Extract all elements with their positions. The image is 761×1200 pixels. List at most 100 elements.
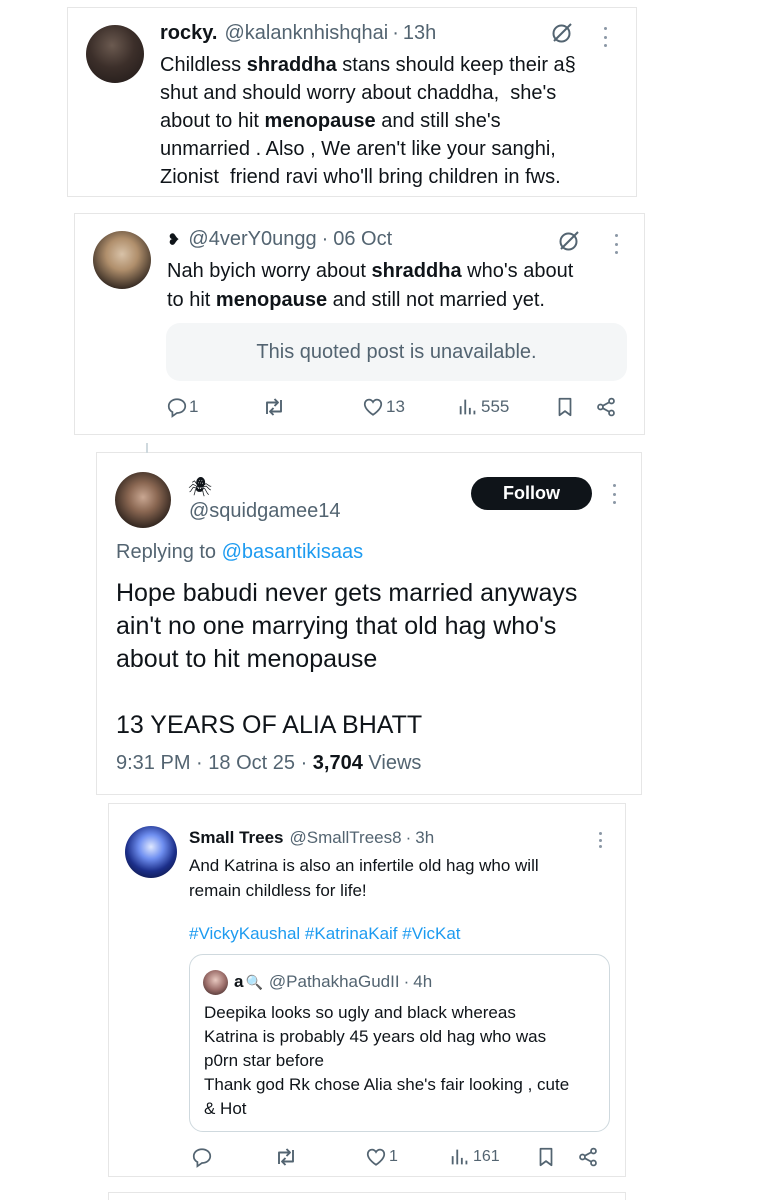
author-name[interactable]: Small Trees — [189, 828, 284, 848]
tweet-card-rocky[interactable]: rocky. @kalanknhishqhai · 13h Childless … — [67, 7, 637, 197]
views-count: 3,704 — [312, 752, 363, 774]
avatar[interactable] — [86, 25, 144, 83]
next-card-edge — [108, 1192, 626, 1200]
text-segment: who's about — [461, 260, 574, 282]
tweet-text: Nah byich worry about shraddha who's abo… — [167, 257, 573, 315]
more-icon[interactable] — [602, 27, 608, 47]
author-name-glyph[interactable]: ❥ — [167, 230, 180, 250]
separator-dot: · — [405, 828, 412, 847]
post-date[interactable]: 18 Oct 25 — [208, 752, 295, 774]
text-line: unmarried . Also , We aren't like your s… — [160, 135, 576, 163]
post-time[interactable]: 3h — [415, 828, 434, 848]
text-segment: and still not married yet. — [327, 289, 545, 311]
repost-icon — [266, 398, 282, 416]
post-time[interactable]: 13h — [403, 22, 436, 45]
text-segment: shut and should worry about chaddha, she… — [160, 82, 557, 104]
more-icon[interactable] — [597, 832, 603, 848]
quoted-post[interactable]: a 🔍 @PathakhaGudII · 4h Deepika looks so… — [189, 954, 610, 1132]
bold-text: shraddha — [371, 260, 462, 282]
reply-button[interactable] — [191, 1146, 213, 1168]
author-handle[interactable]: @squidgamee14 — [189, 500, 341, 523]
quote-avatar — [203, 970, 228, 995]
follow-button[interactable]: Follow — [471, 477, 592, 510]
repost-icon — [278, 1148, 294, 1166]
author-handle[interactable]: @SmallTrees8 — [290, 828, 402, 848]
bookmark-icon[interactable] — [535, 1146, 557, 1168]
reply-icon — [192, 1148, 212, 1168]
text-line: & Hot — [204, 1099, 247, 1118]
share-icon[interactable] — [595, 396, 617, 418]
separator-dot: · — [403, 972, 410, 991]
bookmark-icon[interactable] — [554, 396, 576, 418]
text-segment: unmarried . Also , We aren't like your s… — [160, 138, 556, 160]
text-line: p0rn star before — [204, 1051, 325, 1070]
separator-dot: · — [300, 752, 308, 774]
post-meta: 9:31 PM · 18 Oct 25 · 3,704 Views — [116, 752, 421, 775]
tweet-card-4veryoungg[interactable]: ❥ @4verY0ungg · 06 Oct Nah byich worry a… — [74, 213, 645, 435]
author-name[interactable]: rocky. — [160, 22, 217, 45]
author-handle[interactable]: @kalanknhishqhai — [224, 22, 388, 45]
text-line: Hope babudi never gets married anyways — [116, 579, 578, 607]
hashtags[interactable]: #VickyKaushal #KatrinaKaif #VicKat — [189, 924, 461, 944]
views-button[interactable]: 161 — [449, 1146, 500, 1168]
text-line: remain childless for life! — [189, 881, 367, 900]
quote-post-time: 4h — [413, 972, 433, 991]
text-line: 13 YEARS OF ALIA BHATT — [116, 711, 423, 739]
text-line: ain't no one marrying that old hag who's — [116, 612, 557, 640]
text-segment: Childless — [160, 54, 247, 76]
tweet-card-smalltrees[interactable]: Small Trees @SmallTrees8 · 3h And Katrin… — [108, 803, 626, 1177]
grok-icon[interactable] — [557, 229, 581, 253]
views-icon — [459, 399, 476, 415]
like-icon — [363, 398, 383, 416]
replying-to-handle[interactable]: @basantikisaas — [222, 541, 363, 563]
text-line: Deepika looks so ugly and black whereas — [204, 1003, 516, 1022]
separator-dot: · — [196, 752, 203, 774]
separator-dot: · — [392, 22, 399, 44]
avatar[interactable] — [93, 231, 151, 289]
separator-dot: · — [321, 228, 329, 250]
reply-icon — [167, 398, 187, 418]
author-handle[interactable]: @4verY0ungg — [188, 228, 316, 251]
avatar[interactable] — [115, 472, 171, 528]
author-name-glyph[interactable]: 🕷 — [188, 475, 212, 499]
views-count: 161 — [473, 1148, 500, 1165]
reply-button[interactable]: 1 — [166, 396, 198, 418]
follow-label: Follow — [503, 483, 560, 503]
views-button[interactable]: 555 — [457, 396, 509, 418]
bold-text: menopause — [215, 289, 328, 311]
grok-icon[interactable] — [550, 21, 574, 45]
like-button[interactable]: 13 — [362, 396, 405, 418]
bold-text: menopause — [264, 110, 376, 132]
post-time[interactable]: 06 Oct — [333, 228, 392, 251]
text-line: about to hit menopause — [116, 645, 378, 673]
like-icon — [366, 1148, 386, 1166]
avatar[interactable] — [125, 826, 177, 878]
share-icon[interactable] — [577, 1146, 599, 1168]
post-time[interactable]: 9:31 PM — [116, 752, 190, 774]
bold-text: shraddha — [246, 54, 337, 76]
text-segment: and still she's — [375, 110, 501, 132]
text-line: about to hit menopause and still she's — [160, 107, 576, 135]
repost-button[interactable] — [274, 1146, 298, 1168]
text-segment: Zionist friend ravi who'll bring childre… — [160, 166, 561, 188]
like-button[interactable]: 1 — [365, 1146, 398, 1168]
repost-button[interactable] — [262, 396, 286, 418]
replying-to: Replying to @basantikisaas — [116, 541, 363, 564]
tweet-card-squidgamee14[interactable]: 🕷 @squidgamee14 Follow Replying to @basa… — [96, 443, 642, 795]
more-icon[interactable] — [613, 234, 619, 254]
text-line: Thank god Rk chose Alia she's fair looki… — [204, 1075, 570, 1094]
quote-author-name: a — [234, 972, 244, 991]
reply-count: 1 — [189, 397, 199, 416]
quote-text: Deepika looks so ugly and black whereas K… — [204, 1001, 569, 1121]
replying-to-label: Replying to — [116, 541, 217, 563]
like-count: 13 — [386, 397, 405, 416]
thread-line — [146, 443, 148, 453]
quote-author-handle: @PathakhaGudII — [268, 972, 400, 991]
more-icon[interactable] — [611, 484, 617, 504]
text-line: Childless shraddha stans should keep the… — [160, 51, 576, 79]
quote-author-glyph: 🔍 — [245, 973, 263, 990]
views-icon — [451, 1149, 468, 1165]
views-count: 555 — [481, 397, 510, 416]
text-line: shut and should worry about chaddha, she… — [160, 79, 576, 107]
text-line: Nah byich worry about shraddha who's abo… — [167, 257, 573, 286]
